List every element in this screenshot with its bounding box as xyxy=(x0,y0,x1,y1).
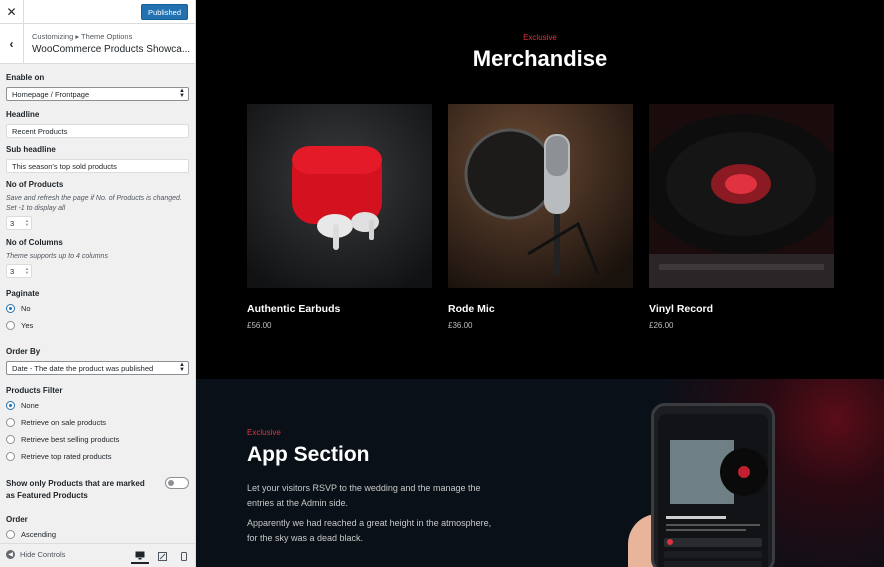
featured-only-label: Show only Products that are marked as Fe… xyxy=(6,479,145,500)
product-card[interactable]: Rode Mic £36.00 xyxy=(448,104,633,330)
app-paragraph: Apparently we had reached a great height… xyxy=(247,518,492,543)
sub-headline-input[interactable]: This season's top sold products xyxy=(6,159,189,173)
order-by-label: Order By xyxy=(6,347,41,356)
no-of-products-description: Save and refresh the page if No. of Prod… xyxy=(6,195,182,212)
desktop-icon xyxy=(135,551,145,559)
toggle-knob xyxy=(168,480,174,486)
back-button[interactable]: ‹ xyxy=(0,24,24,64)
no-of-columns-description: Theme supports up to 4 columns xyxy=(6,253,108,260)
select-arrows-icon: ▲ ▼ xyxy=(179,88,185,99)
phone-screen xyxy=(658,414,768,567)
radio-label: Ascending xyxy=(21,530,57,539)
app-section: Exclusive App Section Let your visitors … xyxy=(196,379,884,567)
desktop-preview-button[interactable] xyxy=(131,548,149,564)
product-name[interactable]: Rode Mic xyxy=(448,303,495,315)
merchandise-section: Exclusive Merchandise Authentic Earbuds … xyxy=(196,0,884,379)
mobile-icon xyxy=(181,551,187,561)
no-of-products-label: No of Products xyxy=(6,180,64,189)
order-option-ascending[interactable]: Ascending xyxy=(6,530,56,539)
tablet-preview-button[interactable] xyxy=(153,548,171,564)
products-filter-label: Products Filter xyxy=(6,386,63,395)
headline-label: Headline xyxy=(6,110,40,119)
enable-on-select[interactable]: Homepage / Frontpage ▲ ▼ xyxy=(6,87,189,101)
earbuds-image[interactable] xyxy=(247,104,432,288)
paginate-label: Paginate xyxy=(6,289,40,298)
product-price: £36.00 xyxy=(448,321,473,330)
collapse-icon: ◀ xyxy=(6,550,15,559)
product-card[interactable]: Vinyl Record £26.00 xyxy=(649,104,834,330)
app-kicker: Exclusive xyxy=(247,428,281,437)
product-card[interactable]: Authentic Earbuds £56.00 xyxy=(247,104,432,330)
paginate-option-no[interactable]: No xyxy=(6,304,31,313)
section-title: WooCommerce Products Showca... xyxy=(32,44,191,55)
radio-selected-icon xyxy=(6,304,15,313)
published-button[interactable]: Published xyxy=(141,4,188,20)
featured-only-toggle[interactable] xyxy=(165,477,189,489)
enable-on-value: Homepage / Frontpage xyxy=(12,89,90,99)
phone-mockup-image xyxy=(651,403,775,567)
close-customizer-button[interactable]: ✕ xyxy=(0,0,24,24)
radio-label: None xyxy=(21,401,39,410)
product-name[interactable]: Authentic Earbuds xyxy=(247,303,340,315)
radio-label: Retrieve top rated products xyxy=(21,452,112,461)
tablet-icon xyxy=(157,551,167,561)
customizer-sidebar: ✕ Published ‹ Customizing ▸ Theme Option… xyxy=(0,0,196,567)
chevron-left-icon: ‹ xyxy=(9,37,14,51)
product-price: £26.00 xyxy=(649,321,674,330)
no-of-columns-input[interactable]: 3 ▲ ▼ xyxy=(6,264,32,278)
paginate-option-yes[interactable]: Yes xyxy=(6,321,33,330)
customizer-header: ✕ Published xyxy=(0,0,195,24)
breadcrumb: Customizing ▸ Theme Options xyxy=(32,32,133,41)
order-by-value: Date - The date the product was publishe… xyxy=(12,363,154,373)
hide-controls-label: Hide Controls xyxy=(20,550,66,559)
no-of-columns-label: No of Columns xyxy=(6,238,63,247)
radio-icon xyxy=(6,435,15,444)
enable-on-label: Enable on xyxy=(6,73,45,82)
merchandise-kicker: Exclusive xyxy=(523,33,557,42)
microphone-image[interactable] xyxy=(448,104,633,288)
mobile-preview-button[interactable] xyxy=(175,548,193,564)
product-name[interactable]: Vinyl Record xyxy=(649,303,713,315)
filter-option-best-selling[interactable]: Retrieve best selling products xyxy=(6,435,119,444)
order-label: Order xyxy=(6,515,28,524)
sub-headline-label: Sub headline xyxy=(6,145,56,154)
radio-icon xyxy=(6,530,15,539)
no-of-products-input[interactable]: 3 ▲ ▼ xyxy=(6,216,32,230)
no-of-products-value: 3 xyxy=(10,218,15,228)
filter-option-top-rated[interactable]: Retrieve top rated products xyxy=(6,452,111,461)
filter-option-none[interactable]: None xyxy=(6,401,39,410)
filter-option-on-sale[interactable]: Retrieve on sale products xyxy=(6,418,106,427)
radio-selected-icon xyxy=(6,401,15,410)
product-price: £56.00 xyxy=(247,321,272,330)
radio-label: Retrieve on sale products xyxy=(21,418,107,427)
select-arrows-icon: ▲ ▼ xyxy=(179,362,185,373)
radio-label: No xyxy=(21,304,31,313)
spinner-icon[interactable]: ▲ ▼ xyxy=(25,219,29,227)
section-header: ‹ Customizing ▸ Theme Options WooCommerc… xyxy=(0,24,195,64)
no-of-columns-value: 3 xyxy=(10,266,15,276)
customizer-footer: ◀ Hide Controls xyxy=(0,543,195,567)
order-by-select[interactable]: Date - The date the product was publishe… xyxy=(6,361,189,375)
headline-input[interactable]: Recent Products xyxy=(6,124,189,138)
radio-icon xyxy=(6,452,15,461)
app-paragraph: Let your visitors RSVP to the wedding an… xyxy=(247,483,481,508)
hide-controls-button[interactable]: ◀ Hide Controls xyxy=(6,550,65,559)
close-icon: ✕ xyxy=(6,5,17,19)
vinyl-image[interactable] xyxy=(649,104,834,288)
radio-label: Retrieve best selling products xyxy=(21,435,120,444)
radio-icon xyxy=(6,321,15,330)
spinner-icon[interactable]: ▲ ▼ xyxy=(25,267,29,275)
site-preview: Exclusive Merchandise Authentic Earbuds … xyxy=(196,0,884,567)
radio-label: Yes xyxy=(21,321,34,330)
merchandise-title: Merchandise xyxy=(472,46,608,71)
radio-icon xyxy=(6,418,15,427)
app-title: App Section xyxy=(247,443,370,466)
